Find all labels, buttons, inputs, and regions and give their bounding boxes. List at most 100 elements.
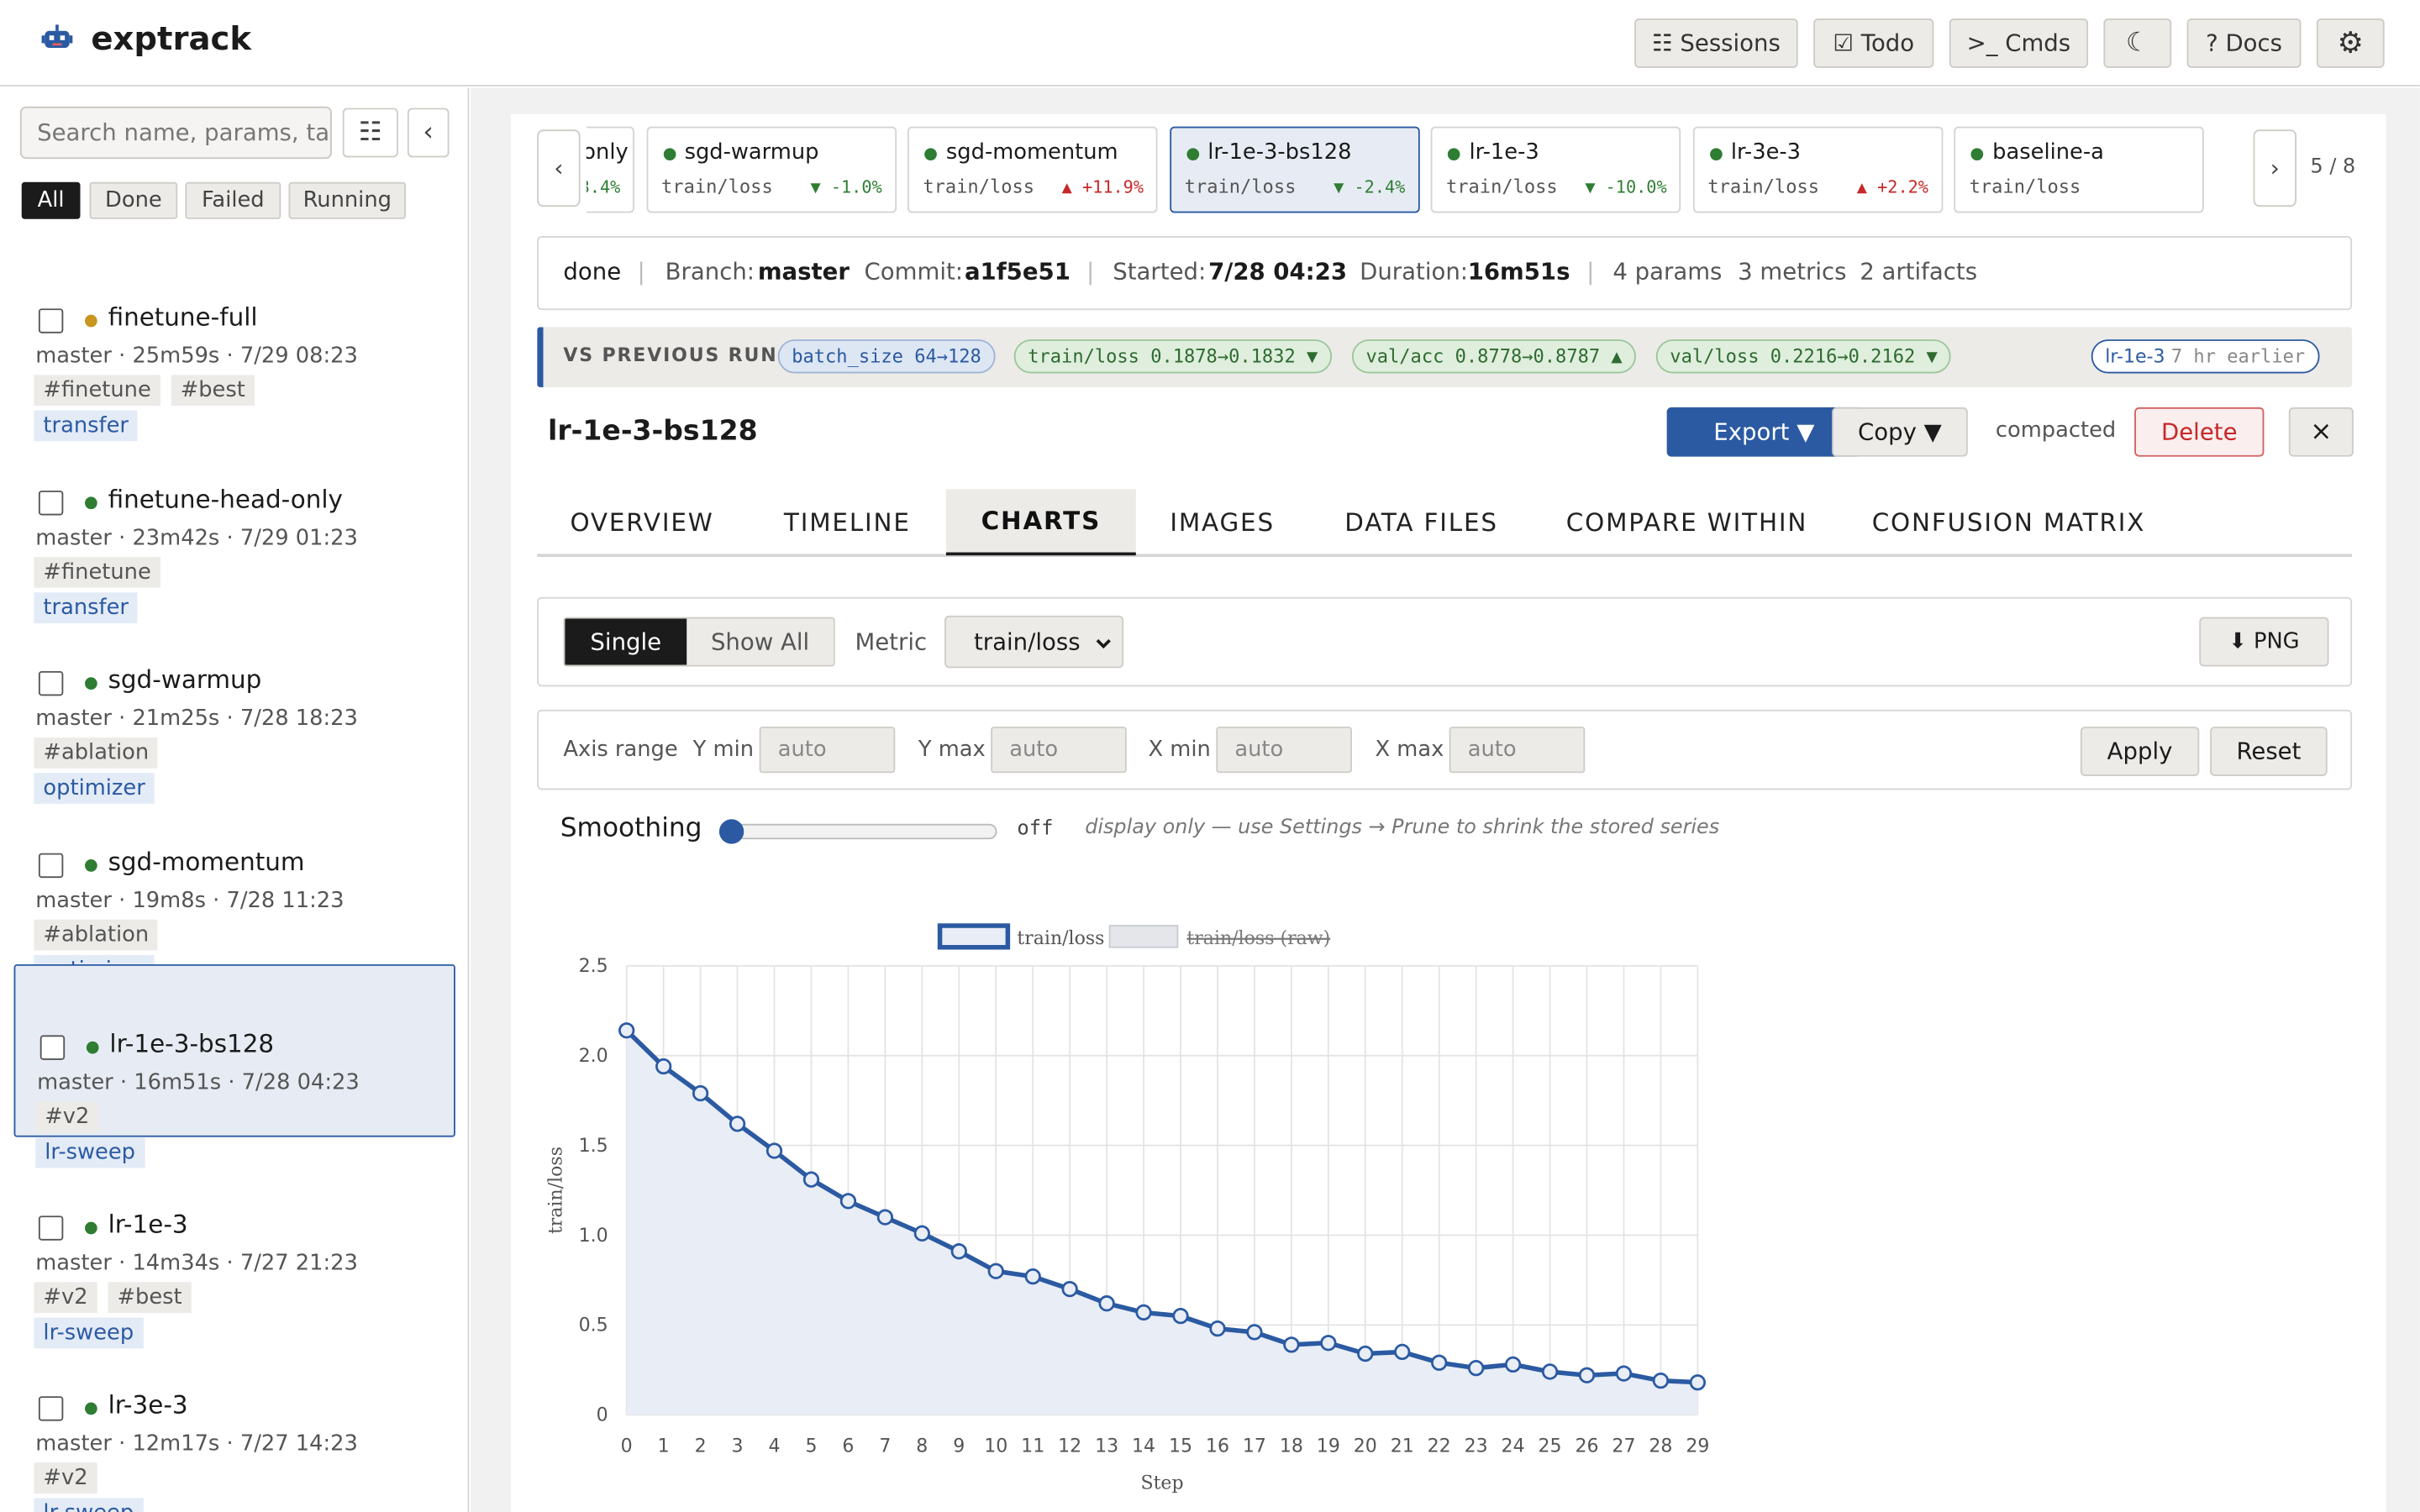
run-list-item[interactable]: lr-1e-3 master · 14m34s · 7/27 21:23 #v2 #b… [14, 1146, 455, 1348]
run-tag[interactable]: #ablation [34, 918, 159, 950]
run-tag[interactable]: #v2 [34, 1462, 97, 1494]
smoothing-slider-handle[interactable] [718, 819, 744, 844]
tab-charts[interactable]: CHARTS [945, 489, 1136, 556]
tab-timeline[interactable]: TIMELINE [747, 489, 948, 555]
data-point [1394, 1343, 1411, 1361]
run-tab-strip: finetune-head-onlytrain/loss▼ -13.4%sgd-… [586, 123, 2243, 213]
run-checkbox[interactable] [38, 1396, 64, 1421]
diff-chip-metric: val/acc 0.8778→0.8787 ▲ [1351, 339, 1637, 374]
strip-prev-button[interactable]: ‹ [537, 129, 581, 207]
x-tick-label: 18 [1280, 1436, 1303, 1457]
data-point [618, 1022, 635, 1039]
search-input[interactable]: Search name, params, tags… [19, 106, 332, 160]
strip-next-button[interactable]: › [2253, 129, 2297, 207]
run-checkbox[interactable] [38, 852, 64, 878]
previous-run-time: 7 hr earlier [2170, 345, 2306, 368]
theme-toggle-button[interactable]: ☾ [2103, 18, 2172, 68]
cmds-button[interactable]: >_ Cmds [1949, 18, 2089, 68]
chevron-down-icon [1096, 638, 1111, 649]
run-compare-tab[interactable]: baseline-a train/loss [1954, 126, 2204, 213]
filter-all[interactable]: All [21, 181, 81, 219]
run-name: lr-3e-3 [108, 1389, 188, 1420]
run-list-item[interactable]: finetune-head-only master · 23m42s · 7/29… [14, 421, 455, 623]
copy-button[interactable]: Copy ▼ [1832, 407, 1968, 457]
data-point [802, 1171, 820, 1188]
x-tick-label: 24 [1502, 1436, 1525, 1457]
run-title: lr-1e-3-bs128 [548, 415, 758, 448]
data-point [765, 1142, 783, 1159]
run-list-item[interactable]: lr-1e-3-bs128 master · 16m51s · 7/28 04:2… [13, 963, 455, 1168]
mode-show-all-button[interactable]: Show All [687, 618, 834, 665]
run-list-item[interactable]: sgd-warmup master · 21m25s · 7/28 18:23 #a… [14, 601, 455, 804]
run-tags: #finetune [34, 556, 160, 587]
tab-confusion-matrix[interactable]: CONFUSION MATRIX [1841, 489, 2176, 555]
run-compare-tab[interactable]: finetune-head-onlytrain/loss▼ -13.4% [586, 126, 634, 213]
filter-running[interactable]: Running [288, 181, 407, 219]
run-list-item[interactable]: lr-3e-3 master · 12m17s · 7/27 14:23 #v2 lr… [14, 1327, 455, 1512]
tab-overview[interactable]: OVERVIEW [537, 489, 747, 555]
status-text: done [563, 257, 622, 286]
x-tick-label: 6 [842, 1436, 854, 1457]
data-point [1024, 1268, 1041, 1285]
run-checkbox[interactable] [38, 670, 64, 696]
todo-button[interactable]: ☑ Todo [1813, 18, 1934, 68]
run-group-badge[interactable]: lr-sweep [34, 1498, 144, 1512]
mode-single-button[interactable]: Single [565, 618, 687, 665]
xmax-input[interactable]: auto [1449, 727, 1586, 774]
filter-failed[interactable]: Failed [185, 181, 281, 219]
run-compare-tab[interactable]: lr-3e-3 train/loss ▲ +2.2% [1691, 126, 1943, 213]
xmin-input[interactable]: auto [1216, 727, 1352, 774]
filter-done[interactable]: Done [89, 181, 178, 219]
data-point [1135, 1304, 1152, 1321]
tab-images[interactable]: IMAGES [1136, 489, 1309, 555]
data-point [1209, 1320, 1226, 1337]
previous-run-link[interactable]: lr-1e-3 7 hr earlier [2091, 339, 2319, 374]
status-dot-icon [85, 858, 97, 871]
sessions-button[interactable]: ☷ Sessions [1634, 18, 1798, 68]
run-tag[interactable]: #ablation [34, 737, 159, 769]
run-checkbox[interactable] [39, 1035, 66, 1060]
x-tick-label: 1 [658, 1436, 670, 1457]
x-tick-label: 26 [1575, 1436, 1598, 1457]
run-tag[interactable]: #finetune [34, 375, 160, 407]
commit-value: a1f5e51 [964, 257, 1071, 286]
settings-button[interactable]: ⚙ [2316, 18, 2385, 68]
x-tick-label: 8 [916, 1436, 928, 1457]
apply-button[interactable]: Apply [2080, 727, 2200, 776]
run-compare-tab[interactable]: lr-1e-3 train/loss ▼ -10.0% [1430, 126, 1681, 213]
docs-button[interactable]: ? Docs [2186, 18, 2302, 68]
x-tick-label: 15 [1169, 1436, 1192, 1457]
tab-compare-within[interactable]: COMPARE WITHIN [1533, 489, 1841, 555]
smoothing-slider[interactable] [718, 819, 997, 844]
app-title: exptrack [91, 19, 252, 57]
run-name: finetune-full [108, 302, 258, 332]
run-tab-delta: ▼ -1.0% [810, 177, 882, 198]
download-png-button[interactable]: ⬇ PNG [2199, 617, 2329, 667]
run-tag[interactable]: #best [108, 1281, 192, 1313]
metric-select[interactable]: train/loss [944, 615, 1124, 669]
reset-button[interactable]: Reset [2210, 727, 2328, 776]
run-tag[interactable]: #finetune [34, 556, 160, 587]
run-tag[interactable]: #v2 [35, 1101, 99, 1133]
run-list-item[interactable]: finetune-full master · 25m59s · 7/29 08:2… [14, 239, 455, 442]
run-compare-tab[interactable]: lr-1e-3-bs128 train/loss ▼ -2.4% [1169, 126, 1419, 213]
list-view-icon[interactable]: ☷ [342, 108, 398, 158]
run-compare-tab[interactable]: sgd-momentum train/loss ▲ +11.9% [907, 126, 1158, 213]
collapse-sidebar-icon[interactable]: ‹ [407, 108, 450, 158]
close-button[interactable]: × [2288, 407, 2354, 457]
run-checkbox[interactable] [38, 308, 64, 333]
info-separator: | [1586, 257, 1595, 286]
data-point [1468, 1360, 1485, 1377]
delete-button[interactable]: Delete [2134, 407, 2265, 457]
tab-data-files[interactable]: DATA FILES [1309, 489, 1534, 555]
run-checkbox[interactable] [38, 1215, 64, 1240]
run-checkbox[interactable] [38, 490, 64, 515]
ymin-input[interactable]: auto [759, 727, 896, 774]
info-separator: | [637, 257, 645, 286]
run-tags: #v2 [34, 1462, 97, 1494]
ymax-input[interactable]: auto [991, 727, 1127, 774]
run-tag[interactable]: #best [171, 375, 255, 407]
run-list-item[interactable]: sgd-momentum master · 19m8s · 7/28 11:23 #… [14, 783, 455, 985]
run-tag[interactable]: #v2 [34, 1281, 97, 1313]
run-compare-tab[interactable]: sgd-warmup train/loss ▼ -1.0% [645, 126, 897, 213]
